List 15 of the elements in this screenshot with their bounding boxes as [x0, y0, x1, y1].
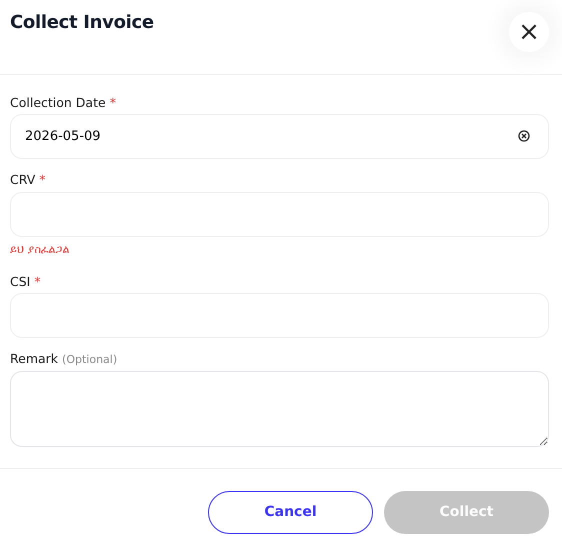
date-field[interactable]: 2026-05-09 — [10, 114, 549, 160]
remark-field[interactable] — [10, 370, 549, 447]
field-label: Collection Date — [10, 95, 106, 110]
clear-icon[interactable] — [518, 130, 530, 142]
required-mark: * — [34, 274, 41, 289]
field-label: CSI — [10, 274, 30, 289]
error-message: ይህ ያስፈልጋል — [10, 242, 70, 256]
required-mark: * — [110, 95, 116, 110]
optional-note: (Optional) — [62, 353, 118, 366]
required-mark: * — [39, 172, 46, 188]
cancel-button[interactable]: Cancel — [208, 490, 373, 534]
field-label: Remark — [10, 351, 58, 366]
dialog-title: Collect Invoice — [10, 12, 154, 34]
field-label: CRV — [10, 172, 36, 188]
close-button[interactable]: × — [509, 12, 549, 52]
